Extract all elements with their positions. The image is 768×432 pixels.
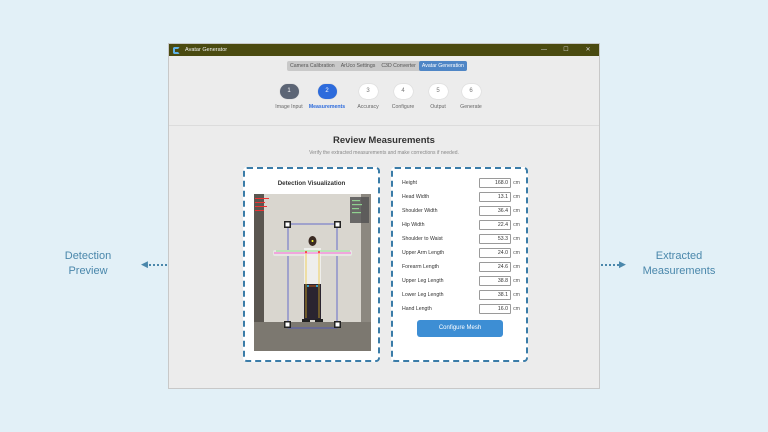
unit-label: cm [513, 277, 520, 284]
unit-label: cm [513, 291, 520, 298]
measurement-label: Upper Leg Length [402, 277, 444, 284]
page-title: Review Measurements [333, 135, 435, 146]
step-generate[interactable]: 6 Generate [451, 84, 491, 110]
lower-leg-length-input[interactable]: 38.1 [479, 289, 511, 300]
tab-camera-calibration[interactable]: Camera Calibration [287, 61, 338, 71]
upper-leg-length-input[interactable]: 38.8 [479, 275, 511, 286]
minimize-button[interactable]: — [533, 44, 555, 56]
measurement-label: Hand Length [402, 305, 432, 312]
app-logo-icon [173, 46, 180, 54]
step-number: 4 [393, 84, 413, 99]
detection-panel: Detection Visualization [243, 167, 380, 362]
header-divider [169, 125, 599, 126]
step-configure[interactable]: 4 Configure [383, 84, 423, 110]
measurement-label: Upper Arm Length [402, 249, 445, 256]
unit-label: cm [513, 249, 520, 256]
detection-preview-annotation: Detection Preview [64, 250, 112, 277]
tab-bar: Camera Calibration ArUco Settings C3D Co… [287, 61, 467, 71]
step-label: Generate [460, 104, 482, 110]
configure-mesh-button[interactable]: Configure Mesh [417, 320, 503, 337]
measurement-row: Forearm Length 24.6 cm [402, 261, 520, 272]
step-number: 5 [428, 84, 448, 99]
shoulder-to-waist-input[interactable]: 53.3 [479, 233, 511, 244]
shoulder-width-input[interactable]: 36.4 [479, 205, 511, 216]
measurements-panel: Height 168.0 cm Head Width 13.1 cm Shoul… [391, 167, 528, 362]
unit-label: cm [513, 221, 520, 228]
step-number: 2 [317, 84, 337, 99]
arrow-right-icon: ▶ [619, 259, 626, 269]
step-image-input[interactable]: 1 Image Input [269, 84, 309, 110]
tab-avatar-generation[interactable]: Avatar Generation [418, 61, 467, 71]
measurement-row: Shoulder to Waist 53.3 cm [402, 233, 520, 244]
step-label: Accuracy [357, 104, 379, 110]
extracted-measurements-annotation: Extracted Measurements [642, 250, 716, 277]
step-accuracy[interactable]: 3 Accuracy [348, 84, 388, 110]
app-window: Avatar Generator — ☐ ✕ Camera Calibratio… [168, 43, 600, 389]
step-number: 1 [279, 84, 299, 99]
hand-length-input[interactable]: 16.0 [479, 303, 511, 314]
measurement-row: Hip Width 22.4 cm [402, 219, 520, 230]
measurement-row: Shoulder Width 36.4 cm [402, 205, 520, 216]
window-title: Avatar Generator [185, 47, 228, 53]
tab-c3d-converter[interactable]: C3D Converter [378, 61, 419, 71]
measurement-label: Height [402, 179, 417, 186]
page-subtitle: Verify the extracted measurements and ma… [309, 150, 459, 156]
measurement-label: Shoulder to Waist [402, 235, 443, 242]
measurement-row: Height 168.0 cm [402, 177, 520, 188]
maximize-button[interactable]: ☐ [555, 44, 577, 56]
unit-label: cm [513, 235, 520, 242]
detection-image [254, 194, 371, 351]
measurement-label: Forearm Length [402, 263, 439, 270]
forearm-length-input[interactable]: 24.6 [479, 261, 511, 272]
measurement-row: Head Width 13.1 cm [402, 191, 520, 202]
unit-label: cm [513, 179, 520, 186]
visualization-title: Detection Visualization [277, 180, 346, 187]
measurement-label: Lower Leg Length [402, 291, 444, 298]
measurement-row: Lower Leg Length 38.1 cm [402, 289, 520, 300]
step-label: Measurements [308, 104, 346, 110]
upper-arm-length-input[interactable]: 24.0 [479, 247, 511, 258]
measurement-label: Hip Width [402, 221, 425, 228]
unit-label: cm [513, 207, 520, 214]
close-button[interactable]: ✕ [577, 44, 599, 56]
step-progress: 1 Image Input 2 Measurements 3 Accuracy … [269, 84, 501, 114]
measurement-row: Upper Arm Length 24.0 cm [402, 247, 520, 258]
height-input[interactable]: 168.0 [479, 177, 511, 188]
unit-label: cm [513, 305, 520, 312]
head-width-input[interactable]: 13.1 [479, 191, 511, 202]
measurement-label: Shoulder Width [402, 207, 438, 214]
measurement-row: Upper Leg Length 38.8 cm [402, 275, 520, 286]
unit-label: cm [513, 263, 520, 270]
step-number: 6 [461, 84, 481, 99]
step-label: Image Input [275, 104, 303, 110]
title-bar: Avatar Generator — ☐ ✕ [169, 44, 599, 56]
step-label: Configure [391, 104, 415, 110]
step-measurements[interactable]: 2 Measurements [307, 84, 347, 110]
measurement-label: Head Width [402, 193, 430, 200]
tab-aruco-settings[interactable]: ArUco Settings [338, 61, 379, 71]
measurement-row: Hand Length 16.0 cm [402, 303, 520, 314]
step-number: 3 [358, 84, 378, 99]
unit-label: cm [513, 193, 520, 200]
hip-width-input[interactable]: 22.4 [479, 219, 511, 230]
